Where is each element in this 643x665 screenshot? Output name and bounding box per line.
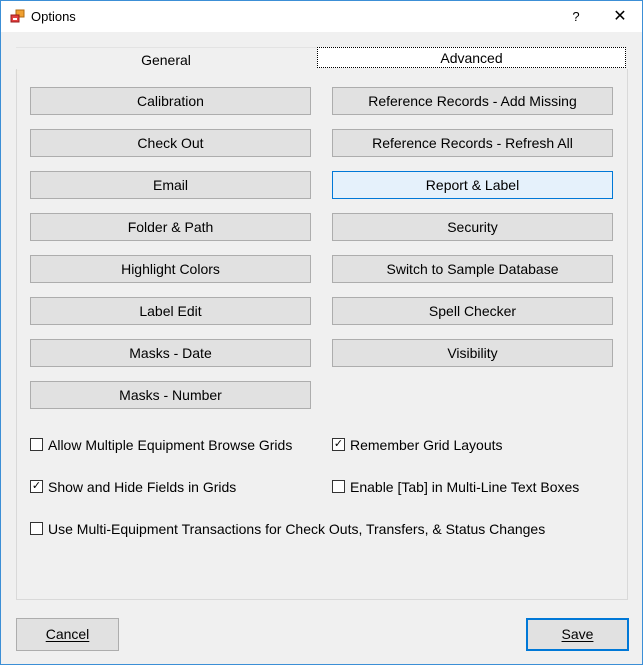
masks-date-button[interactable]: Masks - Date xyxy=(30,339,311,367)
calibration-button[interactable]: Calibration xyxy=(30,87,311,115)
options-window: Options ? ✕ General Advanced Calibration… xyxy=(0,0,643,665)
window-title: Options xyxy=(31,9,76,24)
switch-to-sample-database-button[interactable]: Switch to Sample Database xyxy=(332,255,613,283)
checkbox-label: Allow Multiple Equipment Browse Grids xyxy=(48,437,293,453)
checkbox-label: Enable [Tab] in Multi-Line Text Boxes xyxy=(350,479,580,495)
folder-path-button[interactable]: Folder & Path xyxy=(30,213,311,241)
help-button[interactable]: ? xyxy=(556,1,596,32)
visibility-button[interactable]: Visibility xyxy=(332,339,613,367)
checkbox-label: Show and Hide Fields in Grids xyxy=(48,479,237,495)
checkbox-box-checked[interactable]: ✓ xyxy=(332,438,345,451)
checkbox-label: Remember Grid Layouts xyxy=(350,437,503,453)
save-label: Save xyxy=(561,626,594,642)
reference-records-add-missing-button[interactable]: Reference Records - Add Missing xyxy=(332,87,613,115)
checkbox-box-checked[interactable]: ✓ xyxy=(30,480,43,493)
masks-number-button[interactable]: Masks - Number xyxy=(30,381,311,409)
title-bar[interactable]: Options ? ✕ xyxy=(1,1,642,32)
report-label-button[interactable]: Report & Label xyxy=(332,171,613,199)
label-edit-button[interactable]: Label Edit xyxy=(30,297,311,325)
tab-strip: General Advanced xyxy=(16,47,628,69)
checkbox-box[interactable] xyxy=(30,438,43,451)
tab-general[interactable]: General xyxy=(16,47,316,69)
save-button[interactable]: Save xyxy=(526,618,629,651)
cancel-label: Cancel xyxy=(45,626,90,642)
checkbox-box[interactable] xyxy=(30,522,43,535)
check-out-button[interactable]: Check Out xyxy=(30,129,311,157)
spell-checker-button[interactable]: Spell Checker xyxy=(332,297,613,325)
security-button[interactable]: Security xyxy=(332,213,613,241)
checkbox-label: Use Multi-Equipment Transactions for Che… xyxy=(48,521,546,537)
email-button[interactable]: Email xyxy=(30,171,311,199)
reference-records-refresh-all-button[interactable]: Reference Records - Refresh All xyxy=(332,129,613,157)
app-icon xyxy=(10,9,25,23)
tab-advanced[interactable]: Advanced xyxy=(317,47,626,68)
cancel-button[interactable]: Cancel xyxy=(16,618,119,651)
close-button[interactable]: ✕ xyxy=(598,1,642,32)
checkbox-box[interactable] xyxy=(332,480,345,493)
highlight-colors-button[interactable]: Highlight Colors xyxy=(30,255,311,283)
